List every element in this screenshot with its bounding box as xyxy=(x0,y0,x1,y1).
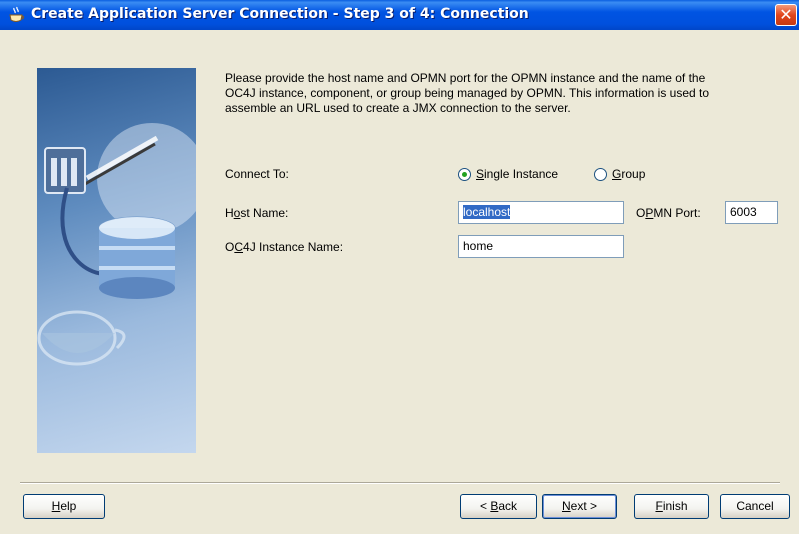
back-button[interactable]: < Back xyxy=(460,494,537,519)
button-separator xyxy=(20,482,780,484)
close-icon: ✕ xyxy=(779,5,793,24)
wizard-side-illustration xyxy=(37,68,196,453)
coffee-cup-icon xyxy=(8,6,26,24)
opmn-port-input[interactable]: 6003 xyxy=(725,201,778,224)
opmn-port-label: OPMN Port: xyxy=(636,206,701,220)
oc4j-instance-input[interactable]: home xyxy=(458,235,624,258)
host-name-label: Host Name: xyxy=(225,206,289,220)
single-instance-label[interactable]: Single Instance xyxy=(476,167,558,181)
cancel-button[interactable]: Cancel xyxy=(720,494,790,519)
title-bar[interactable]: Create Application Server Connection - S… xyxy=(0,0,799,30)
help-button[interactable]: Help xyxy=(23,494,105,519)
close-button[interactable]: ✕ xyxy=(775,4,797,26)
host-name-input[interactable]: localhost xyxy=(458,201,624,224)
oc4j-instance-label: OC4J Instance Name: xyxy=(225,240,344,254)
opmn-port-value: 6003 xyxy=(730,205,757,219)
window-title: Create Application Server Connection - S… xyxy=(31,6,529,22)
group-label[interactable]: Group xyxy=(612,167,645,181)
finish-button[interactable]: Finish xyxy=(634,494,709,519)
connect-to-label: Connect To: xyxy=(225,167,289,181)
instructions-text: Please provide the host name and OPMN po… xyxy=(225,71,710,115)
oc4j-instance-value: home xyxy=(463,239,494,253)
group-radio[interactable] xyxy=(594,168,607,181)
single-instance-radio[interactable] xyxy=(458,168,471,181)
host-name-value: localhost xyxy=(463,205,511,219)
next-button[interactable]: Next > xyxy=(542,494,617,519)
